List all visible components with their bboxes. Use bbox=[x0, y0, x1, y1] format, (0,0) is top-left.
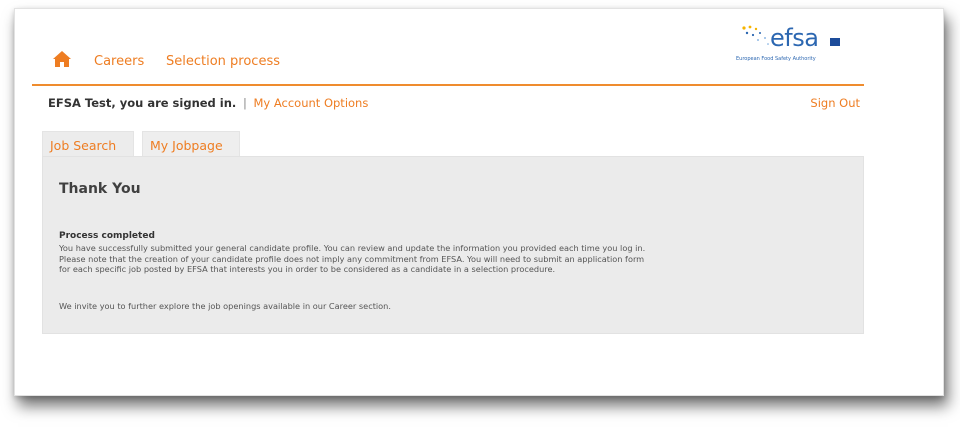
process-heading: Process completed bbox=[59, 231, 155, 241]
home-icon[interactable] bbox=[52, 50, 72, 68]
efsa-logo[interactable]: efsa European Food Safety Authority bbox=[730, 22, 840, 72]
account-options-link[interactable]: My Account Options bbox=[253, 96, 368, 110]
tab-job-search[interactable]: Job Search bbox=[42, 131, 134, 157]
eu-flag-icon bbox=[830, 38, 840, 46]
confirmation-message: You have successfully submitted your gen… bbox=[59, 243, 855, 275]
sign-out-link[interactable]: Sign Out bbox=[810, 96, 860, 110]
nav-selection-process-link[interactable]: Selection process bbox=[166, 54, 280, 69]
header-bar: Careers Selection process efsa European … bbox=[32, 24, 864, 86]
account-bar: EFSA Test, you are signed in. | My Accou… bbox=[48, 96, 860, 112]
message-line: Please note that the creation of your ca… bbox=[59, 253, 645, 264]
message-line: for each specific job posted by EFSA tha… bbox=[59, 264, 556, 275]
page: Careers Selection process efsa European … bbox=[0, 0, 960, 436]
content-panel: Thank You Process completed You have suc… bbox=[42, 156, 864, 334]
logo-subtitle: European Food Safety Authority bbox=[736, 56, 816, 62]
tab-my-jobpage[interactable]: My Jobpage bbox=[142, 131, 240, 157]
message-line: You have successfully submitted your gen… bbox=[59, 243, 646, 253]
signed-in-text: EFSA Test, you are signed in. bbox=[48, 96, 237, 110]
page-title: Thank You bbox=[59, 181, 141, 197]
invite-message: We invite you to further explore the job… bbox=[59, 301, 391, 311]
account-separator: | bbox=[242, 96, 247, 110]
nav-careers-link[interactable]: Careers bbox=[94, 54, 144, 69]
logo-wordmark: efsa bbox=[770, 24, 819, 52]
